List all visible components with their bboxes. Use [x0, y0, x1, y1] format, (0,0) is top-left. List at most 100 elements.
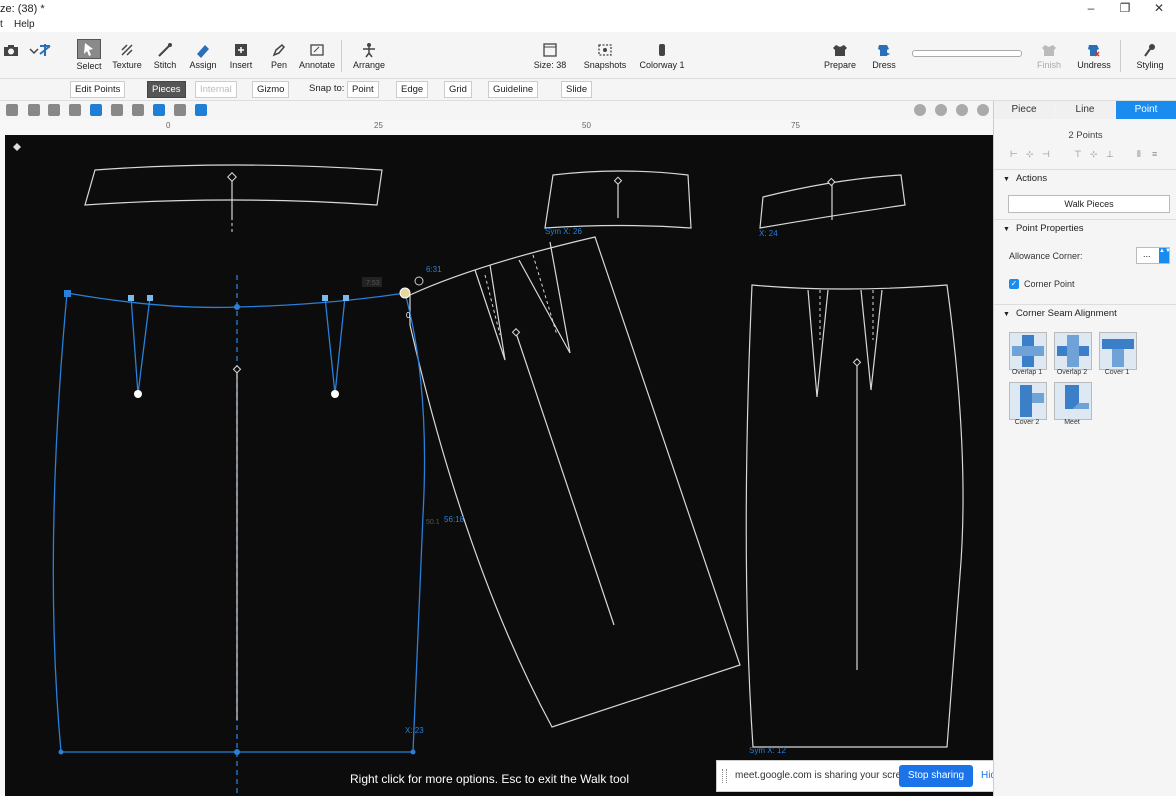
- align-right-icon[interactable]: ⊣: [1042, 149, 1050, 160]
- assign-icon: [197, 45, 209, 58]
- dart-apex: [134, 390, 142, 398]
- corner-point-checkbox[interactable]: ✓: [1009, 279, 1019, 289]
- main-toolbar: Select Texture Stitch Assign Insert Pen …: [0, 32, 1176, 79]
- snap-guideline-label: Guideline: [493, 84, 534, 95]
- cover-1-label: Cover 1: [1104, 369, 1130, 376]
- grainline: [515, 332, 615, 626]
- overlap-2-option[interactable]: [1054, 332, 1092, 370]
- pattern-canvas[interactable]: Sym X: 26 X: 24 X: 23 Sym X: 12 6:31 56:…: [5, 135, 993, 796]
- zoom-in-icon[interactable]: [956, 104, 968, 116]
- view-icon-8[interactable]: [153, 104, 165, 116]
- size-label: Size: 38: [533, 60, 567, 70]
- point-properties-header[interactable]: ▼ Point Properties: [994, 219, 1176, 237]
- cover-1-option[interactable]: [1099, 332, 1137, 370]
- align-middle-icon[interactable]: ⊹: [1090, 149, 1098, 160]
- drag-handle[interactable]: [722, 769, 727, 783]
- move-3d-button[interactable]: [30, 36, 60, 76]
- view-icon-2[interactable]: [28, 104, 40, 116]
- cover-2-option[interactable]: [1009, 382, 1047, 420]
- dart-point: [322, 295, 328, 301]
- annotate-tool[interactable]: Annotate: [295, 36, 339, 76]
- snapshots-icon: [598, 44, 612, 56]
- view-icon-6[interactable]: [111, 104, 123, 116]
- tab-piece[interactable]: Piece: [994, 101, 1054, 119]
- snap-guideline-toggle[interactable]: Guideline: [488, 81, 539, 98]
- align-top-icon[interactable]: ⊤: [1074, 149, 1082, 160]
- internal-label: Internal: [200, 84, 232, 95]
- internal-toggle[interactable]: Internal: [195, 81, 237, 98]
- dart-point: [128, 295, 134, 301]
- size-selector[interactable]: Size: 38: [526, 36, 574, 76]
- snap-grid-toggle[interactable]: Grid: [444, 81, 472, 98]
- meet-option[interactable]: [1054, 382, 1092, 420]
- dress-button[interactable]: Dress: [862, 36, 906, 76]
- undress-button[interactable]: Undress: [1072, 36, 1116, 76]
- menu-item-help[interactable]: Help: [14, 19, 35, 30]
- edit-points-button[interactable]: Edit Points: [70, 81, 126, 98]
- corner-seam-header[interactable]: ▼ Corner Seam Alignment: [994, 304, 1176, 322]
- tab-point[interactable]: Point: [1116, 101, 1176, 119]
- undress-label: Undress: [1077, 60, 1111, 70]
- camera-button[interactable]: [0, 36, 22, 76]
- slide-toggle[interactable]: Slide: [561, 81, 593, 98]
- tab-line[interactable]: Line: [1055, 101, 1115, 119]
- close-button[interactable]: ✕: [1142, 0, 1176, 18]
- ruler-tick: 50: [582, 121, 591, 130]
- walk-pieces-button[interactable]: Walk Pieces: [1008, 195, 1170, 213]
- menu-item-edit[interactable]: t: [0, 19, 3, 30]
- snapshots-selector[interactable]: Snapshots: [582, 36, 628, 76]
- pattern-drawing[interactable]: Sym X: 26 X: 24 X: 23 Sym X: 12 6:31 56:…: [5, 135, 993, 796]
- actions-section-header[interactable]: ▼ Actions: [994, 169, 1176, 187]
- window-controls: – ❐ ✕: [1074, 0, 1176, 18]
- cover-1-icon: [1102, 339, 1134, 367]
- slide-label: Slide: [566, 84, 588, 95]
- measure-label: 7.53: [366, 280, 380, 287]
- zoom-fit-icon[interactable]: [914, 104, 926, 116]
- overlap-2-label: Overlap 2: [1056, 369, 1088, 376]
- arrange-tool[interactable]: Arrange: [347, 36, 391, 76]
- select-icon: [77, 39, 101, 59]
- prepare-button[interactable]: Prepare: [818, 36, 862, 76]
- gizmo-label: Gizmo: [257, 84, 285, 95]
- view-icon-9[interactable]: [174, 104, 186, 116]
- skirt-back-piece: [745, 284, 964, 748]
- styling-label: Styling: [1136, 60, 1164, 70]
- view-icon-7[interactable]: [132, 104, 144, 116]
- dart-point: [147, 295, 153, 301]
- view-icon-4[interactable]: [69, 104, 81, 116]
- midpoint: [234, 749, 240, 755]
- cover-2-label: Cover 2: [1014, 419, 1040, 426]
- colorway-selector[interactable]: Colorway 1: [638, 36, 686, 76]
- zoom-reset-icon[interactable]: [977, 104, 989, 116]
- point-properties-title: Point Properties: [1015, 223, 1084, 234]
- active-walk-point: [399, 287, 411, 299]
- finish-icon: [1042, 45, 1056, 56]
- points-count: 2 Points: [1068, 130, 1103, 141]
- overlap-1-label: Overlap 1: [1011, 369, 1043, 376]
- gizmo-toggle[interactable]: Gizmo: [252, 81, 290, 98]
- zoom-out-icon[interactable]: [935, 104, 947, 116]
- snap-point-toggle[interactable]: Point: [347, 81, 379, 98]
- styling-button[interactable]: Styling: [1128, 36, 1172, 76]
- minimize-button[interactable]: –: [1074, 0, 1108, 18]
- view-icon-10[interactable]: [195, 104, 207, 116]
- snap-edge-toggle[interactable]: Edge: [396, 81, 429, 98]
- align-bottom-icon[interactable]: ⊥: [1106, 149, 1114, 160]
- insert-icon: [235, 44, 247, 56]
- distribute-v-icon[interactable]: ≡: [1152, 149, 1157, 159]
- colorway-icon: [659, 44, 665, 56]
- view-icon-3[interactable]: [48, 104, 60, 116]
- pieces-toggle[interactable]: Pieces: [147, 81, 186, 98]
- size-icon: [543, 43, 557, 57]
- overlap-1-option[interactable]: [1009, 332, 1047, 370]
- distribute-h-icon[interactable]: ⫴: [1137, 149, 1141, 160]
- finish-button[interactable]: Finish: [1027, 36, 1071, 76]
- restore-button[interactable]: ❐: [1108, 0, 1142, 18]
- snapshots-label: Snapshots: [583, 60, 627, 70]
- view-icon-5[interactable]: [90, 104, 102, 116]
- view-icon-1[interactable]: [6, 104, 18, 116]
- allowance-corner-select[interactable]: ... ▲▼: [1136, 247, 1171, 264]
- align-left-icon[interactable]: ⊢: [1010, 149, 1018, 160]
- align-center-icon[interactable]: ⊹: [1026, 149, 1034, 160]
- stop-sharing-button[interactable]: Stop sharing: [899, 765, 973, 787]
